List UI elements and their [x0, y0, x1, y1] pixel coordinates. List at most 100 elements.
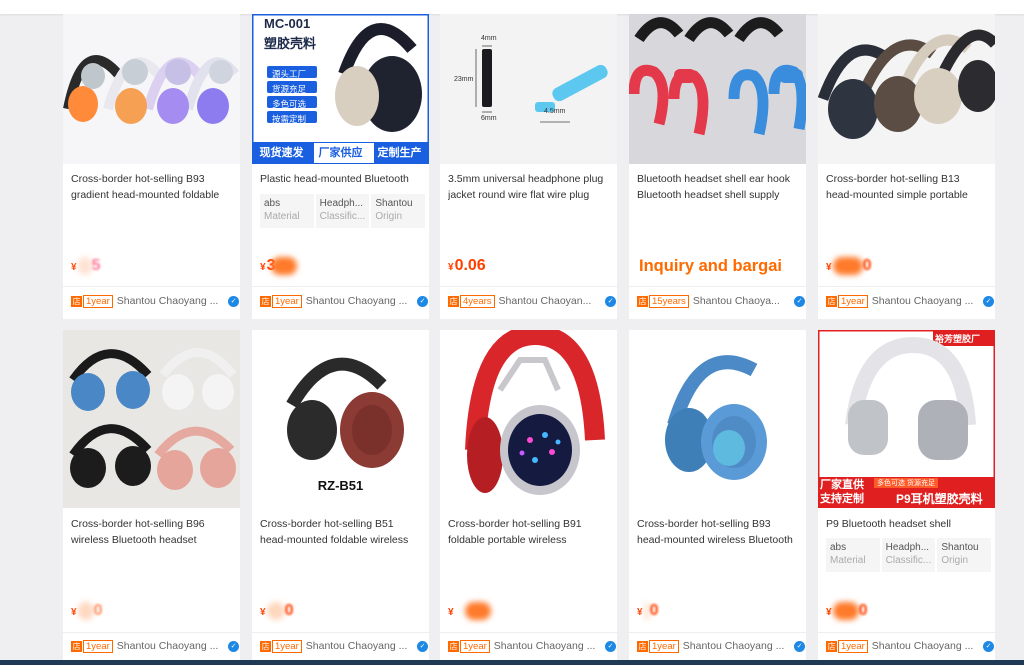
seller-row[interactable]: 店 1year Shantou Chaoyang ... ✓: [71, 293, 239, 309]
verified-icon: ✓: [983, 640, 994, 652]
product-title[interactable]: Cross-border hot-selling B51 head-mounte…: [260, 516, 421, 548]
years-badge: 1year: [838, 639, 868, 653]
product-title[interactable]: Cross-border hot-selling B96 wireless Bl…: [71, 516, 232, 548]
product-image[interactable]: 4mm 23mm 6mm 4.5mm: [440, 14, 617, 164]
banner-subtitle: 塑胶壳料: [264, 36, 317, 51]
product-price: ¥0: [826, 257, 872, 275]
product-image[interactable]: [629, 330, 806, 508]
divider: [629, 632, 806, 633]
product-image[interactable]: [63, 14, 240, 164]
seller-row[interactable]: 店 15years Shantou Chaoya... ✓: [637, 293, 805, 309]
product-price: ¥0: [826, 602, 868, 620]
store-badge-icon: 店: [448, 640, 459, 652]
store-badge-icon: 店: [637, 295, 648, 307]
product-title[interactable]: Cross-border hot-selling B93 gradient he…: [71, 171, 232, 203]
seller-name[interactable]: Shantou Chaoyang ...: [872, 640, 980, 652]
top-header-bar: [0, 0, 1024, 14]
verified-icon: ✓: [794, 295, 805, 307]
seller-name[interactable]: Shantou Chaoyang ...: [117, 295, 225, 307]
banner-tags: 多色可选 货源充足: [874, 478, 938, 488]
seller-name[interactable]: Shantou Chaoyang ...: [494, 640, 602, 652]
years-badge: 15years: [649, 294, 689, 308]
attribute-classification: Headph... Classific...: [315, 194, 370, 228]
divider: [818, 286, 995, 287]
banner-strip: 现货速发 厂家供应 定制生产: [259, 147, 422, 159]
product-title[interactable]: 3.5mm universal headphone plug jacket ro…: [448, 171, 609, 203]
banner-tags: 源头工厂 货源充足 多色可选 按需定制: [272, 69, 307, 124]
store-badge-icon: 店: [260, 295, 271, 307]
product-image[interactable]: RZ-B51: [252, 330, 429, 508]
verified-icon: ✓: [605, 640, 616, 652]
product-image[interactable]: [440, 330, 617, 508]
seller-name[interactable]: Shantou Chaoyang ...: [306, 295, 414, 307]
product-card[interactable]: 裕芳塑胶厂 厂家直供 支持定制 多色可选 货源充足 P9耳机塑胶壳料 P9 Blu…: [818, 330, 995, 665]
product-price: ¥0: [71, 602, 103, 620]
inquiry-price-text[interactable]: Inquiry and bargai: [639, 257, 782, 276]
attribute-origin: Shantou Origin: [371, 194, 426, 228]
product-title[interactable]: Plastic head-mounted Bluetooth: [260, 171, 421, 187]
product-card[interactable]: Cross-border hot-selling B96 wireless Bl…: [63, 330, 240, 665]
store-badge-icon: 店: [826, 640, 837, 652]
divider: [440, 632, 617, 633]
product-title[interactable]: Bluetooth headset shell ear hook Bluetoo…: [637, 171, 798, 203]
product-card[interactable]: Bluetooth headset shell ear hook Bluetoo…: [629, 14, 806, 319]
years-badge: 1year: [649, 639, 679, 653]
verified-icon: ✓: [228, 640, 239, 652]
product-card[interactable]: 4mm 23mm 6mm 4.5mm 3.5mm universal headp…: [440, 14, 617, 319]
verified-icon: ✓: [228, 295, 239, 307]
product-title[interactable]: P9 Bluetooth headset shell: [826, 516, 987, 532]
product-card[interactable]: Cross-border hot-selling B93 head-mounte…: [629, 330, 806, 665]
seller-name[interactable]: Shantou Chaoyan...: [499, 295, 602, 307]
product-image[interactable]: [629, 14, 806, 164]
seller-name[interactable]: Shantou Chaoyang ...: [872, 295, 980, 307]
product-image[interactable]: 裕芳塑胶厂 厂家直供 支持定制 多色可选 货源充足 P9耳机塑胶壳料: [818, 330, 995, 508]
seller-row[interactable]: 店 1year Shantou Chaoyang ... ✓: [260, 638, 428, 654]
seller-row[interactable]: 店 1year Shantou Chaoyang ... ✓: [826, 638, 994, 654]
taskbar-strip: [0, 660, 1024, 665]
product-card[interactable]: MC-001 塑胶壳料 源头工厂 货源充足 多色可选 按需定制 现货速发 厂家供应 定…: [252, 14, 429, 319]
verified-icon: ✓: [794, 640, 805, 652]
product-title[interactable]: Cross-border hot-selling B13 head-mounte…: [826, 171, 987, 203]
seller-row[interactable]: 店 1year Shantou Chaoyang ... ✓: [260, 293, 428, 309]
seller-row[interactable]: 店 1year Shantou Chaoyang ... ✓: [637, 638, 805, 654]
seller-row[interactable]: 店 1year Shantou Chaoyang ... ✓: [826, 293, 994, 309]
store-badge-icon: 店: [71, 640, 82, 652]
years-badge: 1year: [460, 639, 490, 653]
seller-row[interactable]: 店 1year Shantou Chaoyang ... ✓: [448, 638, 616, 654]
store-badge-icon: 店: [826, 295, 837, 307]
divider: [63, 632, 240, 633]
years-badge: 4years: [460, 294, 495, 308]
divider: [818, 632, 995, 633]
product-price: ¥3: [260, 257, 298, 275]
product-card[interactable]: Cross-border hot-selling B93 gradient he…: [63, 14, 240, 319]
product-image[interactable]: MC-001 塑胶壳料 源头工厂 货源充足 多色可选 按需定制 现货速发 厂家供应 定…: [252, 14, 429, 164]
divider: [252, 632, 429, 633]
seller-row[interactable]: 店 1year Shantou Chaoyang ... ✓: [71, 638, 239, 654]
banner-right: P9耳机塑胶壳料: [896, 492, 983, 506]
attribute-list: abs Material Headph... Classific... Shanto…: [826, 538, 992, 572]
product-image[interactable]: [818, 14, 995, 164]
attribute-classification: Headph... Classific...: [881, 538, 936, 572]
product-title[interactable]: Cross-border hot-selling B91 foldable po…: [448, 516, 609, 548]
store-badge-icon: 店: [637, 640, 648, 652]
product-card[interactable]: Cross-border hot-selling B13 head-mounte…: [818, 14, 995, 319]
seller-row[interactable]: 店 4years Shantou Chaoyan... ✓: [448, 293, 616, 309]
product-card[interactable]: Cross-border hot-selling B91 foldable po…: [440, 330, 617, 665]
years-badge: 1year: [272, 294, 302, 308]
product-title[interactable]: Cross-border hot-selling B93 head-mounte…: [637, 516, 798, 548]
seller-name[interactable]: Shantou Chaoyang ...: [683, 640, 791, 652]
divider: [63, 286, 240, 287]
product-price: ¥5: [71, 257, 101, 275]
product-image[interactable]: [63, 330, 240, 508]
store-badge-icon: 店: [71, 295, 82, 307]
image-model-label: RZ-B51: [317, 478, 364, 493]
seller-name[interactable]: Shantou Chaoyang ...: [117, 640, 225, 652]
years-badge: 1year: [83, 294, 113, 308]
seller-name[interactable]: Shantou Chaoyang ...: [306, 640, 414, 652]
product-card[interactable]: RZ-B51 Cross-border hot-selling B51 head…: [252, 330, 429, 665]
product-price: ¥0: [637, 602, 659, 620]
seller-name[interactable]: Shantou Chaoya...: [693, 295, 791, 307]
verified-icon: ✓: [417, 640, 428, 652]
attribute-material: abs Material: [826, 538, 880, 572]
attribute-list: abs Material Headph... Classific... Shanto…: [260, 194, 426, 228]
